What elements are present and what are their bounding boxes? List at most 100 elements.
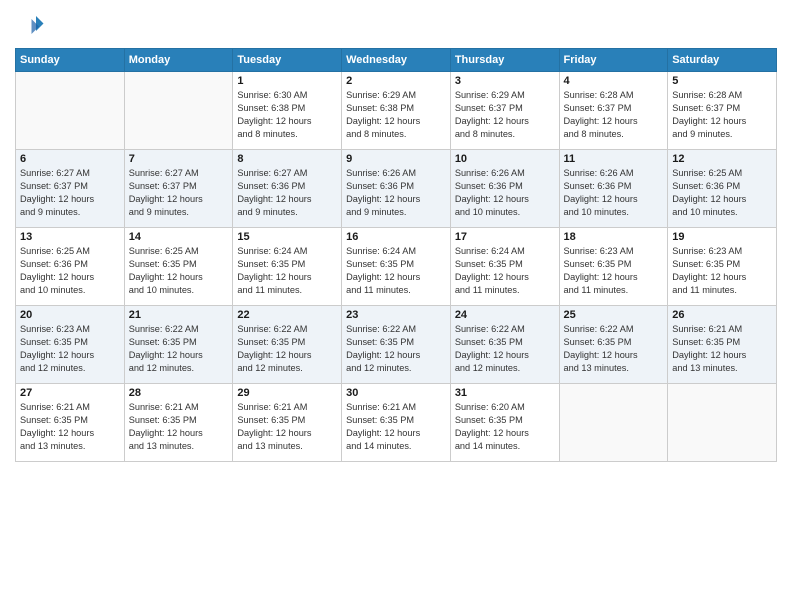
calendar-cell [559, 384, 668, 462]
calendar-cell: 5 Sunrise: 6:28 AM Sunset: 6:37 PM Daylig… [668, 72, 777, 150]
logo-icon [15, 10, 45, 40]
week-row-3: 13 Sunrise: 6:25 AM Sunset: 6:36 PM Dayli… [16, 228, 777, 306]
calendar-cell: 31 Sunrise: 6:20 AM Sunset: 6:35 PM Dayli… [450, 384, 559, 462]
day-info: Sunrise: 6:28 AM Sunset: 6:37 PM Dayligh… [564, 89, 664, 141]
day-info: Sunrise: 6:20 AM Sunset: 6:35 PM Dayligh… [455, 401, 555, 453]
day-info: Sunrise: 6:21 AM Sunset: 6:35 PM Dayligh… [672, 323, 772, 375]
day-info: Sunrise: 6:21 AM Sunset: 6:35 PM Dayligh… [20, 401, 120, 453]
calendar-cell: 20 Sunrise: 6:23 AM Sunset: 6:35 PM Dayli… [16, 306, 125, 384]
day-info: Sunrise: 6:24 AM Sunset: 6:35 PM Dayligh… [237, 245, 337, 297]
day-info: Sunrise: 6:26 AM Sunset: 6:36 PM Dayligh… [346, 167, 446, 219]
day-info: Sunrise: 6:22 AM Sunset: 6:35 PM Dayligh… [564, 323, 664, 375]
day-number: 18 [564, 231, 664, 243]
day-info: Sunrise: 6:22 AM Sunset: 6:35 PM Dayligh… [455, 323, 555, 375]
day-info: Sunrise: 6:21 AM Sunset: 6:35 PM Dayligh… [237, 401, 337, 453]
day-number: 20 [20, 309, 120, 321]
day-info: Sunrise: 6:22 AM Sunset: 6:35 PM Dayligh… [346, 323, 446, 375]
day-info: Sunrise: 6:27 AM Sunset: 6:37 PM Dayligh… [129, 167, 229, 219]
day-number: 7 [129, 153, 229, 165]
day-number: 27 [20, 387, 120, 399]
calendar-table: SundayMondayTuesdayWednesdayThursdayFrid… [15, 48, 777, 462]
day-number: 6 [20, 153, 120, 165]
calendar-cell: 23Sunrise: 6:22 AM Sunset: 6:35 PM Dayli… [342, 306, 451, 384]
day-number: 22 [237, 309, 337, 321]
day-info: Sunrise: 6:29 AM Sunset: 6:38 PM Dayligh… [346, 89, 446, 141]
calendar-cell: 28 Sunrise: 6:21 AM Sunset: 6:35 PM Dayli… [124, 384, 233, 462]
calendar-cell: 25 Sunrise: 6:22 AM Sunset: 6:35 PM Dayli… [559, 306, 668, 384]
page: SundayMondayTuesdayWednesdayThursdayFrid… [0, 0, 792, 612]
calendar-cell: 12 Sunrise: 6:25 AM Sunset: 6:36 PM Dayli… [668, 150, 777, 228]
day-info: Sunrise: 6:28 AM Sunset: 6:37 PM Dayligh… [672, 89, 772, 141]
day-number: 5 [672, 75, 772, 87]
weekday-header-row: SundayMondayTuesdayWednesdayThursdayFrid… [16, 49, 777, 72]
weekday-header-thursday: Thursday [450, 49, 559, 72]
weekday-header-monday: Monday [124, 49, 233, 72]
logo [15, 10, 49, 40]
day-info: Sunrise: 6:22 AM Sunset: 6:35 PM Dayligh… [129, 323, 229, 375]
calendar-cell: 13 Sunrise: 6:25 AM Sunset: 6:36 PM Dayli… [16, 228, 125, 306]
week-row-2: 6 Sunrise: 6:27 AM Sunset: 6:37 PM Daylig… [16, 150, 777, 228]
day-info: Sunrise: 6:25 AM Sunset: 6:36 PM Dayligh… [20, 245, 120, 297]
day-number: 2 [346, 75, 446, 87]
day-number: 17 [455, 231, 555, 243]
calendar-cell: 21 Sunrise: 6:22 AM Sunset: 6:35 PM Dayli… [124, 306, 233, 384]
calendar-cell [124, 72, 233, 150]
day-number: 4 [564, 75, 664, 87]
day-info: Sunrise: 6:30 AM Sunset: 6:38 PM Dayligh… [237, 89, 337, 141]
calendar-cell: 11Sunrise: 6:26 AM Sunset: 6:36 PM Dayli… [559, 150, 668, 228]
day-number: 21 [129, 309, 229, 321]
day-info: Sunrise: 6:25 AM Sunset: 6:35 PM Dayligh… [129, 245, 229, 297]
weekday-header-sunday: Sunday [16, 49, 125, 72]
day-number: 30 [346, 387, 446, 399]
day-number: 29 [237, 387, 337, 399]
day-number: 11 [564, 153, 664, 165]
day-info: Sunrise: 6:21 AM Sunset: 6:35 PM Dayligh… [346, 401, 446, 453]
calendar-cell: 1 Sunrise: 6:30 AM Sunset: 6:38 PM Daylig… [233, 72, 342, 150]
day-info: Sunrise: 6:24 AM Sunset: 6:35 PM Dayligh… [346, 245, 446, 297]
calendar-cell: 2 Sunrise: 6:29 AM Sunset: 6:38 PM Daylig… [342, 72, 451, 150]
calendar-cell: 19 Sunrise: 6:23 AM Sunset: 6:35 PM Dayli… [668, 228, 777, 306]
calendar-cell: 30 Sunrise: 6:21 AM Sunset: 6:35 PM Dayli… [342, 384, 451, 462]
week-row-4: 20 Sunrise: 6:23 AM Sunset: 6:35 PM Dayli… [16, 306, 777, 384]
calendar-cell: 24 Sunrise: 6:22 AM Sunset: 6:35 PM Dayli… [450, 306, 559, 384]
day-number: 24 [455, 309, 555, 321]
calendar-cell: 16 Sunrise: 6:24 AM Sunset: 6:35 PM Dayli… [342, 228, 451, 306]
week-row-5: 27 Sunrise: 6:21 AM Sunset: 6:35 PM Dayli… [16, 384, 777, 462]
day-info: Sunrise: 6:23 AM Sunset: 6:35 PM Dayligh… [672, 245, 772, 297]
day-info: Sunrise: 6:21 AM Sunset: 6:35 PM Dayligh… [129, 401, 229, 453]
day-info: Sunrise: 6:25 AM Sunset: 6:36 PM Dayligh… [672, 167, 772, 219]
day-number: 16 [346, 231, 446, 243]
weekday-header-friday: Friday [559, 49, 668, 72]
day-number: 8 [237, 153, 337, 165]
weekday-header-tuesday: Tuesday [233, 49, 342, 72]
weekday-header-saturday: Saturday [668, 49, 777, 72]
day-info: Sunrise: 6:22 AM Sunset: 6:35 PM Dayligh… [237, 323, 337, 375]
day-number: 19 [672, 231, 772, 243]
calendar-cell [668, 384, 777, 462]
calendar-cell: 27 Sunrise: 6:21 AM Sunset: 6:35 PM Dayli… [16, 384, 125, 462]
day-number: 14 [129, 231, 229, 243]
calendar-cell: 26 Sunrise: 6:21 AM Sunset: 6:35 PM Dayli… [668, 306, 777, 384]
day-info: Sunrise: 6:27 AM Sunset: 6:37 PM Dayligh… [20, 167, 120, 219]
day-info: Sunrise: 6:27 AM Sunset: 6:36 PM Dayligh… [237, 167, 337, 219]
day-info: Sunrise: 6:26 AM Sunset: 6:36 PM Dayligh… [455, 167, 555, 219]
day-info: Sunrise: 6:24 AM Sunset: 6:35 PM Dayligh… [455, 245, 555, 297]
day-number: 13 [20, 231, 120, 243]
calendar-cell: 14 Sunrise: 6:25 AM Sunset: 6:35 PM Dayli… [124, 228, 233, 306]
calendar-cell: 8 Sunrise: 6:27 AM Sunset: 6:36 PM Daylig… [233, 150, 342, 228]
calendar-cell: 9 Sunrise: 6:26 AM Sunset: 6:36 PM Daylig… [342, 150, 451, 228]
calendar-cell: 7 Sunrise: 6:27 AM Sunset: 6:37 PM Daylig… [124, 150, 233, 228]
day-info: Sunrise: 6:23 AM Sunset: 6:35 PM Dayligh… [20, 323, 120, 375]
day-number: 9 [346, 153, 446, 165]
day-number: 28 [129, 387, 229, 399]
day-number: 1 [237, 75, 337, 87]
day-number: 26 [672, 309, 772, 321]
day-number: 25 [564, 309, 664, 321]
day-number: 12 [672, 153, 772, 165]
calendar-cell: 4 Sunrise: 6:28 AM Sunset: 6:37 PM Daylig… [559, 72, 668, 150]
day-info: Sunrise: 6:23 AM Sunset: 6:35 PM Dayligh… [564, 245, 664, 297]
calendar-cell: 3Sunrise: 6:29 AM Sunset: 6:37 PM Daylig… [450, 72, 559, 150]
calendar-cell: 29 Sunrise: 6:21 AM Sunset: 6:35 PM Dayli… [233, 384, 342, 462]
day-number: 3 [455, 75, 555, 87]
day-number: 31 [455, 387, 555, 399]
